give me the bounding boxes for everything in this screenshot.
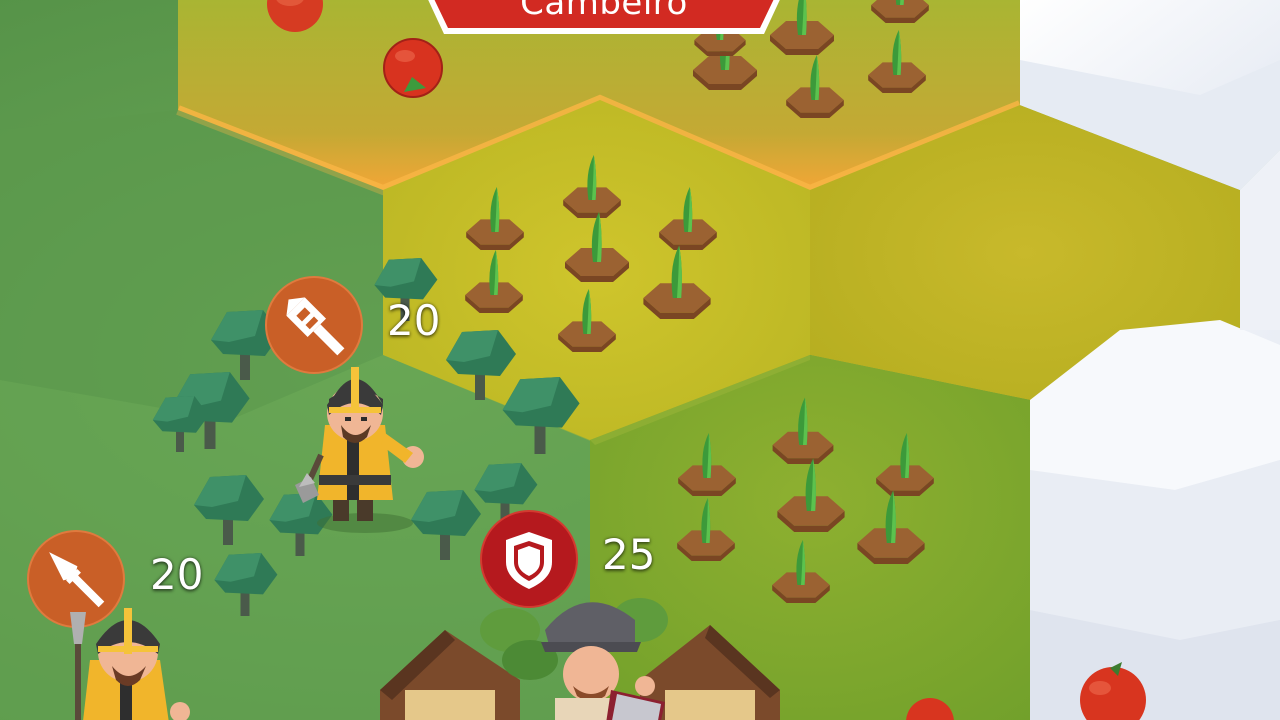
game-map[interactable]: Cambeiro 20 20 25: [0, 0, 1280, 720]
fruit-tomato-2: [383, 38, 443, 98]
city-name-banner[interactable]: Cambeiro: [418, 0, 790, 36]
unit-health-shield: 25: [602, 530, 656, 579]
defender-figure[interactable]: [525, 590, 685, 720]
warrior-spear-figure[interactable]: [30, 600, 210, 720]
warrior-mace-figure[interactable]: [285, 345, 445, 545]
city-name-label: Cambeiro: [520, 0, 688, 23]
unit-health-spear: 20: [150, 550, 204, 599]
unit-health-mace: 20: [387, 296, 441, 345]
